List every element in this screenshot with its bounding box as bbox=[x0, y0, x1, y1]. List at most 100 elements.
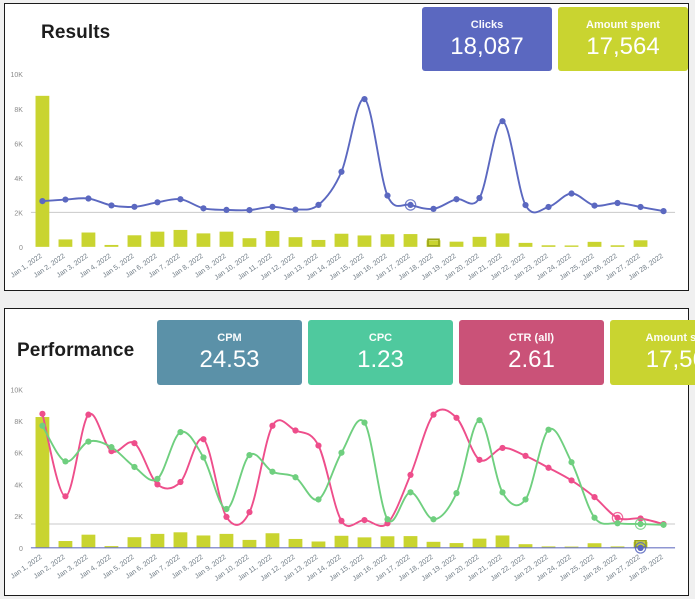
data-point-marker[interactable] bbox=[637, 544, 644, 552]
data-point-marker[interactable] bbox=[177, 196, 184, 203]
bar-amount-spent[interactable] bbox=[633, 240, 648, 247]
bar-amount-spent[interactable] bbox=[173, 229, 188, 247]
bar-amount-spent[interactable] bbox=[449, 543, 464, 548]
bar-amount-spent[interactable] bbox=[449, 241, 464, 247]
data-point-marker[interactable] bbox=[246, 509, 253, 516]
data-point-marker[interactable] bbox=[453, 490, 460, 497]
data-point-marker[interactable] bbox=[85, 411, 92, 418]
bar-amount-spent[interactable] bbox=[242, 238, 257, 247]
bar-amount-spent[interactable] bbox=[81, 232, 96, 247]
data-point-marker[interactable] bbox=[453, 196, 460, 203]
data-point-marker[interactable] bbox=[522, 201, 529, 209]
data-point-marker[interactable] bbox=[200, 205, 207, 212]
bar-amount-spent[interactable] bbox=[288, 237, 303, 247]
data-point-marker[interactable] bbox=[338, 517, 345, 524]
data-point-marker[interactable] bbox=[384, 516, 391, 523]
data-point-marker[interactable] bbox=[108, 202, 115, 209]
bar-amount-spent[interactable] bbox=[472, 236, 487, 247]
data-point-marker[interactable] bbox=[614, 520, 621, 527]
data-point-marker[interactable] bbox=[154, 481, 161, 488]
data-point-marker[interactable] bbox=[407, 489, 414, 496]
data-point-marker[interactable] bbox=[384, 192, 391, 199]
data-point-marker[interactable] bbox=[499, 444, 506, 452]
data-point-marker[interactable] bbox=[85, 195, 92, 202]
bar-amount-spent[interactable] bbox=[311, 239, 326, 247]
bar-amount-spent[interactable] bbox=[58, 239, 73, 247]
data-point-marker[interactable] bbox=[246, 206, 253, 214]
data-point-marker[interactable] bbox=[223, 505, 230, 513]
data-point-marker[interactable] bbox=[453, 414, 460, 421]
bar-amount-spent[interactable] bbox=[242, 539, 257, 548]
bar-amount-spent[interactable] bbox=[334, 233, 349, 247]
data-point-marker[interactable] bbox=[292, 427, 299, 434]
data-point-marker[interactable] bbox=[223, 513, 230, 521]
data-point-marker[interactable] bbox=[200, 454, 207, 461]
bar-amount-spent[interactable] bbox=[541, 245, 556, 247]
bar-amount-spent[interactable] bbox=[403, 234, 418, 247]
bar-amount-spent[interactable] bbox=[35, 95, 50, 247]
data-point-marker[interactable] bbox=[39, 422, 46, 429]
bar-amount-spent[interactable] bbox=[472, 538, 487, 548]
data-point-marker[interactable] bbox=[154, 199, 161, 206]
data-point-marker[interactable] bbox=[62, 458, 69, 465]
bar-amount-spent[interactable] bbox=[265, 533, 280, 548]
data-point-marker[interactable] bbox=[292, 206, 299, 213]
data-point-marker[interactable] bbox=[39, 410, 46, 417]
bar-amount-spent[interactable] bbox=[288, 538, 303, 548]
bar-amount-spent[interactable] bbox=[127, 537, 142, 548]
data-point-marker[interactable] bbox=[476, 456, 483, 463]
data-point-marker[interactable] bbox=[407, 201, 414, 209]
data-point-marker[interactable] bbox=[499, 118, 506, 125]
data-point-marker[interactable] bbox=[131, 463, 138, 471]
data-point-marker[interactable] bbox=[545, 203, 552, 211]
bar-amount-spent[interactable] bbox=[564, 245, 579, 247]
data-point-marker[interactable] bbox=[108, 444, 115, 451]
bar-amount-spent[interactable] bbox=[403, 536, 418, 548]
bar-amount-spent[interactable] bbox=[265, 230, 280, 247]
data-point-marker[interactable] bbox=[591, 202, 598, 209]
data-point-marker[interactable] bbox=[223, 206, 230, 214]
bar-amount-spent[interactable] bbox=[58, 541, 73, 548]
data-point-marker[interactable] bbox=[62, 196, 69, 203]
data-point-marker[interactable] bbox=[522, 496, 529, 503]
bar-amount-spent[interactable] bbox=[587, 543, 602, 548]
bar-amount-spent[interactable] bbox=[311, 541, 326, 548]
data-point-marker[interactable] bbox=[568, 190, 575, 197]
data-point-marker[interactable] bbox=[522, 452, 529, 459]
performance-chart[interactable]: 02K4K6K8K10KJan 1, 2022Jan 2, 2022Jan 3,… bbox=[5, 309, 688, 595]
data-point-marker[interactable] bbox=[338, 449, 345, 456]
bar-amount-spent[interactable] bbox=[495, 233, 510, 247]
data-point-marker[interactable] bbox=[361, 419, 368, 426]
data-point-marker[interactable] bbox=[591, 514, 598, 521]
data-point-marker[interactable] bbox=[568, 477, 575, 484]
bar-amount-spent[interactable] bbox=[196, 535, 211, 548]
bar-amount-spent[interactable] bbox=[81, 534, 96, 548]
data-point-marker[interactable] bbox=[292, 474, 299, 481]
data-point-marker[interactable] bbox=[430, 516, 437, 523]
bar-amount-spent[interactable] bbox=[610, 245, 625, 247]
bar-amount-spent[interactable] bbox=[587, 241, 602, 247]
data-point-marker[interactable] bbox=[269, 203, 276, 210]
data-point-marker[interactable] bbox=[637, 203, 644, 211]
bar-amount-spent[interactable] bbox=[380, 234, 395, 247]
data-point-marker[interactable] bbox=[200, 436, 207, 443]
data-point-marker[interactable] bbox=[614, 514, 621, 521]
bar-amount-spent[interactable] bbox=[219, 533, 234, 548]
data-point-marker[interactable] bbox=[177, 428, 184, 436]
bar-amount-spent[interactable] bbox=[219, 231, 234, 247]
data-point-marker[interactable] bbox=[476, 194, 483, 202]
data-point-marker[interactable] bbox=[637, 520, 644, 528]
bar-amount-spent[interactable] bbox=[196, 233, 211, 247]
data-point-marker[interactable] bbox=[154, 475, 161, 482]
data-point-marker[interactable] bbox=[591, 493, 598, 501]
bar-amount-spent[interactable] bbox=[150, 231, 165, 247]
data-point-marker[interactable] bbox=[62, 493, 69, 500]
bar-amount-spent[interactable] bbox=[518, 242, 533, 247]
data-point-marker[interactable] bbox=[568, 459, 575, 466]
bar-amount-spent[interactable] bbox=[357, 537, 372, 548]
data-point-marker[interactable] bbox=[315, 201, 322, 209]
data-point-marker[interactable] bbox=[407, 471, 414, 479]
bar-amount-spent[interactable] bbox=[127, 235, 142, 247]
data-point-marker[interactable] bbox=[338, 168, 345, 175]
data-point-marker[interactable] bbox=[269, 422, 276, 429]
